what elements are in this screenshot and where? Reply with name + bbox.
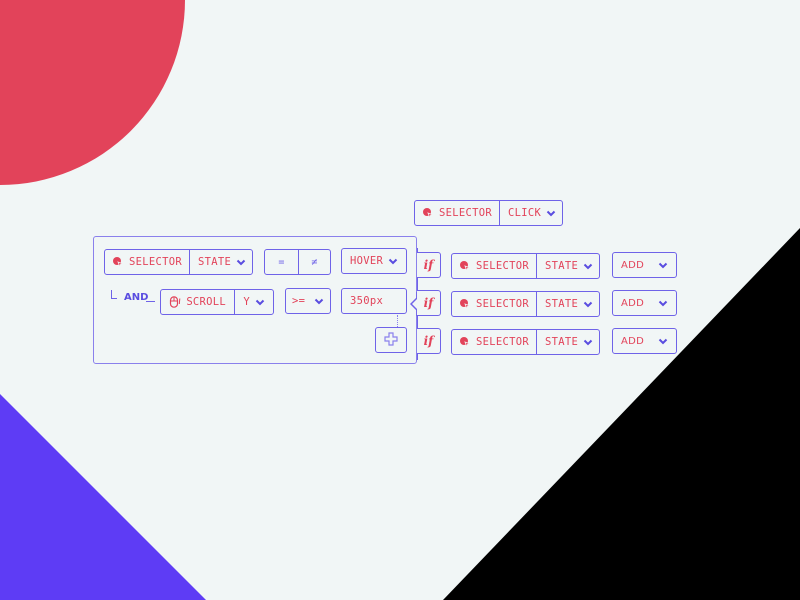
rule-property-value: STATE [545,260,579,272]
selector-cursor-icon [459,336,472,348]
rule-if-label: if [417,290,441,316]
rule-action-value: ADD [621,259,645,271]
rule-target[interactable]: SELECTOR [452,330,536,354]
rule-target-label: SELECTOR [476,298,529,310]
add-condition-button[interactable] [375,327,407,353]
rule-action-dropdown[interactable]: ADD [612,290,677,316]
rule-action-dropdown[interactable]: ADD [612,328,677,354]
rule-action-seg: ADD [613,253,676,277]
operator-toggle: = ≠ [264,249,331,275]
operator-equal-button[interactable]: = [265,250,298,274]
tree-branch-line [111,290,117,299]
rule-action-seg: ADD [613,329,676,353]
operator-not-equal-button[interactable]: ≠ [298,250,330,274]
chevron-down-icon [546,210,556,217]
scroll-value-input[interactable]: 350px [341,288,407,314]
chevron-down-icon [314,298,324,305]
and-connector-dash [146,301,155,302]
rule-target-chip: SELECTOR STATE [451,329,600,355]
condition-target-label: SELECTOR [129,256,182,268]
chevron-down-icon [388,258,398,265]
condition-value: HOVER [350,255,384,267]
trigger-event-value: CLICK [508,207,542,219]
scroll-value: 350px [350,295,384,307]
rule-target[interactable]: SELECTOR [452,254,536,278]
chevron-down-icon [236,259,246,266]
rule-property-value: STATE [545,298,579,310]
chevron-down-icon [255,299,265,306]
rule-action-value: ADD [621,335,645,347]
chevron-down-icon [658,338,668,345]
rule-if-label: if [417,328,441,354]
rule-action-seg: ADD [613,291,676,315]
condition-property-dropdown[interactable]: STATE [189,250,254,274]
and-text: AND [124,292,149,303]
rule-property-dropdown[interactable]: STATE [536,330,601,354]
rule-target-chip: SELECTOR STATE [451,291,600,317]
selector-cursor-icon [459,298,472,310]
rule-property-dropdown[interactable]: STATE [536,254,601,278]
scroll-target[interactable]: SCROLL [161,290,234,314]
condition-target[interactable]: SELECTOR [105,250,189,274]
condition-target-chip: SELECTOR STATE [104,249,253,275]
rule-action-dropdown[interactable]: ADD [612,252,677,278]
scroll-target-label: SCROLL [186,296,227,308]
chevron-down-icon [658,300,668,307]
comparison-operator-seg: >= [286,289,330,313]
chevron-down-icon [583,301,593,308]
rule-property-dropdown[interactable]: STATE [536,292,601,316]
plus-icon [384,331,398,350]
rule-property-value: STATE [545,336,579,348]
chevron-down-icon [658,262,668,269]
condition-property-value: STATE [198,256,232,268]
selector-cursor-icon [459,260,472,272]
rule-action-value: ADD [621,297,645,309]
comparison-operator-dropdown[interactable]: >= [285,288,331,314]
scroll-axis-value: Y [243,296,250,308]
scroll-target-chip: SCROLL Y [160,289,274,315]
black-triangle-decoration [443,228,800,600]
condition-value-dropdown[interactable]: HOVER [341,248,407,274]
scroll-axis-dropdown[interactable]: Y [234,290,273,314]
rule-target[interactable]: SELECTOR [452,292,536,316]
rule-target-label: SELECTOR [476,336,529,348]
rule-if-label: if [417,252,441,278]
mouse-scroll-icon [169,296,181,308]
selector-cursor-icon [112,256,125,268]
chevron-down-icon [583,263,593,270]
trigger-event-dropdown[interactable]: CLICK [499,201,564,225]
selector-cursor-icon [422,207,435,219]
trigger-target-label: SELECTOR [439,207,492,219]
dotted-connector [397,315,398,327]
trigger-chip: SELECTOR CLICK [414,200,563,226]
condition-value-seg: HOVER [342,249,406,273]
trigger-target[interactable]: SELECTOR [415,201,499,225]
comparison-operator-value: >= [292,295,306,307]
chevron-down-icon [583,339,593,346]
rule-target-chip: SELECTOR STATE [451,253,600,279]
violet-triangle-decoration [0,394,206,600]
and-connector-label: AND [124,292,148,303]
rule-target-label: SELECTOR [476,260,529,272]
scroll-value-seg: 350px [342,289,406,313]
